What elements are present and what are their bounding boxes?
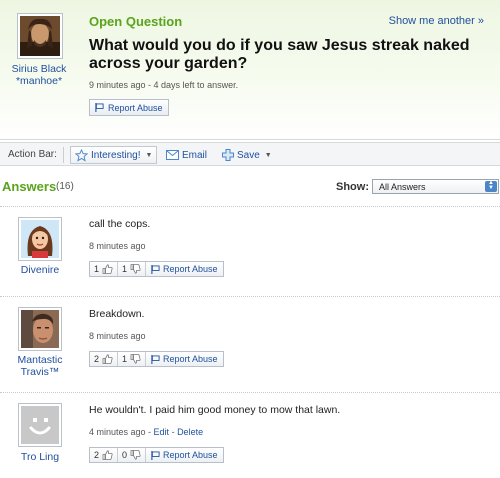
answers-title: Answers bbox=[2, 179, 57, 194]
thumbs-up-count: 2 bbox=[94, 450, 100, 460]
interesting-button[interactable]: Interesting! ▼ bbox=[70, 146, 158, 164]
thumbs-up-icon bbox=[102, 264, 113, 274]
thumbs-down-button[interactable]: 1 bbox=[118, 262, 147, 276]
thumbs-up-button[interactable]: 2 bbox=[90, 448, 119, 462]
thumbs-down-count: 0 bbox=[122, 450, 128, 460]
select-arrows-icon: ▲ ▼ bbox=[485, 180, 497, 192]
star-icon bbox=[75, 148, 88, 162]
answers-count: (16) bbox=[56, 181, 74, 192]
question-title: What would you do if you saw Jesus strea… bbox=[89, 37, 470, 72]
action-bar-label: Action Bar: bbox=[8, 149, 57, 160]
action-bar-divider bbox=[63, 147, 64, 163]
question-status: Open Question bbox=[89, 14, 183, 29]
interesting-label: Interesting! bbox=[91, 149, 141, 161]
flag-icon bbox=[151, 450, 160, 460]
answer-time: 8 minutes ago bbox=[89, 331, 146, 341]
show-filter-select[interactable]: All Answers ▲ ▼ bbox=[372, 179, 499, 194]
thumbs-down-button[interactable]: 0 bbox=[118, 448, 147, 462]
thumbs-up-button[interactable]: 2 bbox=[90, 352, 119, 366]
asker-nickname[interactable]: *manhoe* bbox=[2, 75, 76, 87]
thumbs-down-count: 1 bbox=[122, 264, 128, 274]
answer-rating-bar: 1 1 Report Abuse bbox=[89, 261, 224, 277]
thumbs-up-button[interactable]: 1 bbox=[90, 262, 119, 276]
show-filter-value: All Answers bbox=[379, 182, 426, 192]
edit-link[interactable]: Edit bbox=[154, 427, 170, 437]
answer-author[interactable]: Divenire bbox=[3, 264, 77, 276]
answer-text: He wouldn't. I paid him good money to mo… bbox=[89, 404, 341, 416]
show-filter-label: Show: bbox=[336, 181, 369, 193]
question-report-abuse-button[interactable]: Report Abuse bbox=[89, 99, 169, 116]
flag-icon bbox=[151, 264, 160, 274]
report-abuse-label: Report Abuse bbox=[163, 450, 218, 460]
action-bar: Action Bar: Interesting! ▼ Email Save ▼ bbox=[0, 142, 500, 166]
thumbs-down-icon bbox=[130, 450, 141, 460]
chevron-down-icon: ▼ bbox=[264, 151, 272, 159]
answer-rating-bar: 2 0 Report Abuse bbox=[89, 447, 224, 463]
flag-icon bbox=[95, 103, 104, 112]
save-button[interactable]: Save ▼ bbox=[218, 146, 276, 164]
question-header: Sirius Black *manhoe* Open Question Show… bbox=[0, 0, 500, 140]
report-abuse-button[interactable]: Report Abuse bbox=[146, 448, 223, 462]
thumbs-down-button[interactable]: 1 bbox=[118, 352, 147, 366]
asker-name[interactable]: Sirius Black *manhoe* bbox=[2, 63, 76, 87]
report-abuse-label: Report Abuse bbox=[163, 264, 218, 274]
plus-icon bbox=[222, 149, 234, 161]
flag-icon bbox=[151, 354, 160, 364]
email-label: Email bbox=[182, 149, 208, 161]
asker-avatar[interactable] bbox=[17, 13, 63, 59]
answer-meta: 4 minutes ago - Edit - Delete bbox=[89, 427, 204, 437]
answer-author[interactable]: Tro Ling bbox=[3, 451, 77, 463]
thumbs-down-icon bbox=[130, 264, 141, 274]
answer-rating-bar: 2 1 Report Abuse bbox=[89, 351, 224, 367]
thumbs-up-icon bbox=[102, 450, 113, 460]
answer-text: Breakdown. bbox=[89, 308, 145, 320]
envelope-icon bbox=[166, 150, 179, 160]
thumbs-up-count: 2 bbox=[94, 354, 100, 364]
answer-item: Mantastic Travis™ Breakdown. 8 minutes a… bbox=[0, 296, 500, 386]
chevron-down-icon: ▼ bbox=[145, 151, 153, 159]
answer-item: Tro Ling He wouldn't. I paid him good mo… bbox=[0, 392, 500, 478]
thumbs-up-count: 1 bbox=[94, 264, 100, 274]
answer-author[interactable]: Mantastic Travis™ bbox=[3, 354, 77, 378]
email-button[interactable]: Email bbox=[162, 146, 211, 164]
show-another-link[interactable]: Show me another » bbox=[389, 15, 484, 27]
answer-text: call the cops. bbox=[89, 218, 151, 230]
report-abuse-label: Report Abuse bbox=[163, 354, 218, 364]
report-abuse-button[interactable]: Report Abuse bbox=[146, 352, 223, 366]
answer-item: Divenire call the cops. 8 minutes ago 1 … bbox=[0, 206, 500, 296]
answer-avatar[interactable] bbox=[18, 217, 62, 261]
delete-link[interactable]: Delete bbox=[177, 427, 203, 437]
thumbs-down-count: 1 bbox=[122, 354, 128, 364]
report-abuse-label: Report Abuse bbox=[108, 102, 163, 113]
answer-avatar[interactable] bbox=[18, 307, 62, 351]
thumbs-up-icon bbox=[102, 354, 113, 364]
answer-time: 8 minutes ago bbox=[89, 241, 146, 251]
answer-avatar[interactable] bbox=[18, 403, 62, 447]
thumbs-down-icon bbox=[130, 354, 141, 364]
question-meta: 9 minutes ago - 4 days left to answer. bbox=[89, 80, 239, 90]
answer-time: 4 minutes ago bbox=[89, 427, 146, 437]
save-label: Save bbox=[237, 149, 260, 161]
report-abuse-button[interactable]: Report Abuse bbox=[146, 262, 223, 276]
asker-name-label[interactable]: Sirius Black bbox=[2, 63, 76, 75]
